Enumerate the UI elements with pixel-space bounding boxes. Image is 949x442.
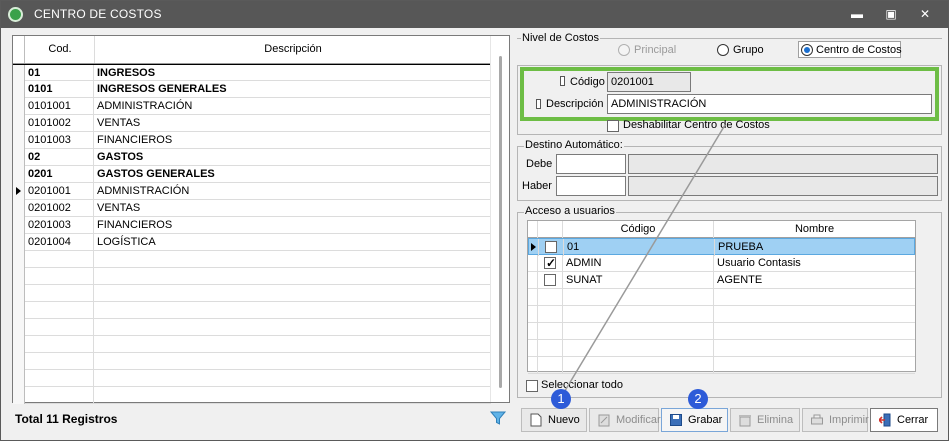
cerrar-button[interactable]: Cerrar — [870, 408, 938, 432]
imprimir-button[interactable]: Imprimir — [802, 408, 869, 432]
edit-icon — [598, 414, 610, 427]
modificar-label: Modificar — [616, 414, 661, 426]
modificar-button[interactable]: Modificar — [589, 408, 661, 432]
annotation-badge-2: 2 — [688, 389, 708, 409]
elimina-label: Elimina — [757, 414, 794, 426]
save-disk-icon — [670, 414, 682, 426]
delete-icon — [739, 415, 751, 427]
annotation-badge-1: 1 — [551, 389, 571, 409]
exit-door-icon — [879, 413, 891, 427]
annotation-connector-line — [562, 124, 726, 395]
nuevo-button[interactable]: Nuevo — [521, 408, 587, 432]
cerrar-label: Cerrar — [897, 414, 929, 426]
imprimir-label: Imprimir — [829, 414, 869, 426]
elimina-button[interactable]: Elimina — [730, 408, 800, 432]
centro-de-costos-window: CENTRO DE COSTOS ▬ ▣ ✕ Cod. Descripción … — [0, 0, 949, 441]
grabar-button[interactable]: Grabar — [661, 408, 728, 432]
printer-icon — [811, 414, 823, 425]
new-document-icon — [530, 413, 542, 427]
grabar-label: Grabar — [688, 414, 723, 426]
nuevo-label: Nuevo — [548, 414, 580, 426]
